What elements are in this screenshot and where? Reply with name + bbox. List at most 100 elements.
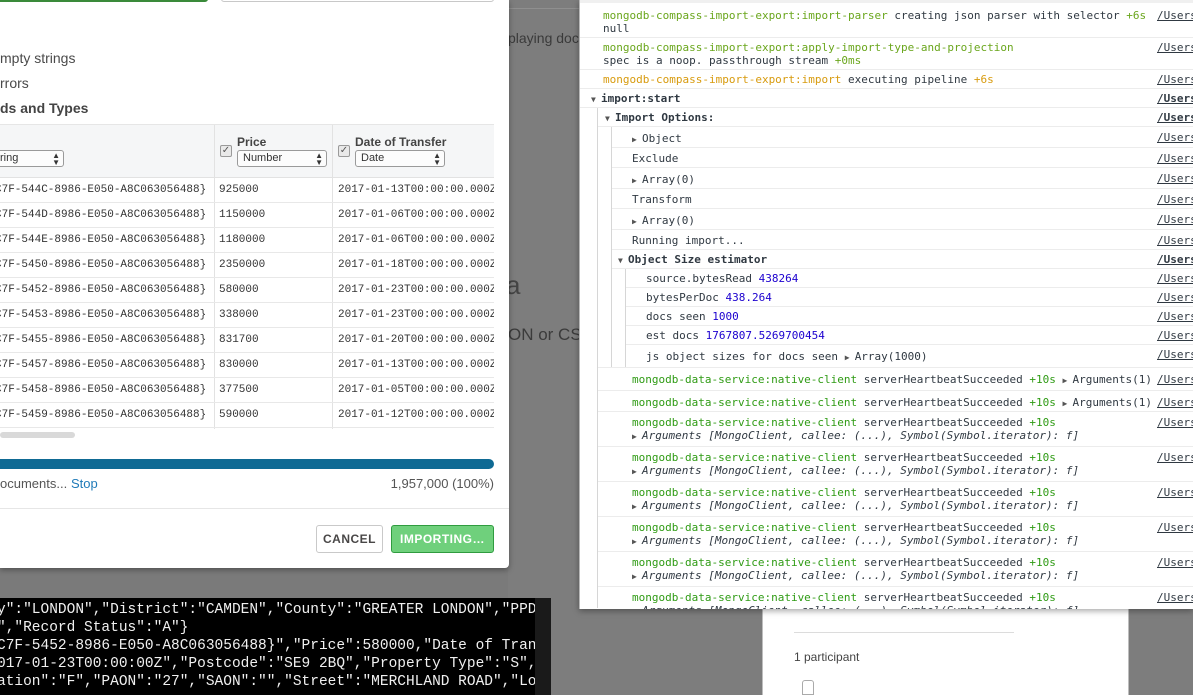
table-cell: C7F-5459-8986-E050-A8C063056488}	[0, 409, 207, 421]
arguments-label[interactable]: Arguments(1)	[1072, 396, 1151, 409]
table-cell: C7F-544D-8986-E050-A8C063056488}	[0, 209, 207, 221]
heartbeat-arguments-row[interactable]: ▶Arguments [MongoClient, callee: (...), …	[632, 534, 1079, 548]
table-row: C7F-5452-8986-E050-A8C063056488} 580000 20…	[0, 278, 494, 303]
log-message: serverHeartbeatSucceeded	[857, 416, 1030, 429]
size-item-row[interactable]: js object sizes for docs seen ▶ Array(100…	[646, 350, 928, 364]
column-type-select[interactable]: Date ▲ ▼	[355, 150, 445, 167]
log-source-link[interactable]: /Users	[1157, 152, 1193, 165]
log-source-link[interactable]: /Users	[1157, 253, 1193, 266]
log-namespace: mongodb-data-service:native-client	[632, 416, 858, 429]
log-source-link[interactable]: /Users	[1157, 521, 1193, 534]
column-include-checkbox[interactable]: ✓	[220, 145, 232, 157]
size-item-key: js object sizes for docs seen	[646, 350, 845, 363]
table-cell: 2017-01-13T00:00:00.000Z	[338, 184, 494, 196]
console-array-row[interactable]: ▶ Array(0)	[632, 173, 695, 187]
console-log-entry: mongodb-compass-import-export:apply-impo…	[603, 41, 1014, 54]
log-source-link[interactable]: /Users	[1157, 310, 1193, 323]
log-source-link[interactable]: /Users	[1157, 92, 1193, 105]
console-row-divider	[612, 188, 1193, 189]
table-cell: C7F-5453-8986-E050-A8C063056488}	[0, 309, 207, 321]
log-source-link[interactable]: /Users	[1157, 111, 1193, 124]
log-source-link[interactable]: /Users	[1157, 556, 1193, 569]
log-namespace: mongodb-compass-import-export:apply-impo…	[603, 41, 1014, 54]
log-namespace: mongodb-compass-import-export:import-par…	[603, 9, 888, 22]
log-source-link[interactable]: /Users	[1157, 348, 1193, 361]
expanded-triangle-icon: ▼	[618, 256, 623, 265]
log-source-link[interactable]: /Users	[1157, 131, 1193, 144]
size-item-row: est docs 1767807.5269700454	[646, 329, 825, 342]
array-label: Array(0)	[642, 214, 695, 227]
table-cell: 580000	[219, 284, 259, 296]
heartbeat-arguments-row[interactable]: ▶Arguments [MongoClient, callee: (...), …	[632, 464, 1079, 478]
log-source-link[interactable]: /Users	[1157, 396, 1193, 409]
cancel-button[interactable]: CANCEL	[316, 525, 383, 553]
log-source-link[interactable]: /Users	[1157, 193, 1193, 206]
table-cell: 590000	[219, 409, 259, 421]
column-include-checkbox[interactable]: ✓	[338, 145, 350, 157]
import-progress-bar	[0, 459, 494, 469]
log-time: +10s	[1029, 556, 1056, 569]
log-source-link[interactable]: /Users	[1157, 213, 1193, 226]
log-namespace: mongodb-data-service:native-client	[632, 486, 858, 499]
log-source-link[interactable]: /Users	[1157, 291, 1193, 304]
console-row-divider	[612, 268, 1193, 269]
chevron-updown-icon: ▲ ▼	[315, 151, 323, 167]
heartbeat-arguments-row[interactable]: ▶Arguments [MongoClient, callee: (...), …	[632, 604, 1079, 609]
log-source-link[interactable]: /Users	[1157, 272, 1193, 285]
console-object-row[interactable]: ▶ Object	[632, 132, 682, 146]
console-row-divider	[626, 306, 1193, 307]
column-type-select[interactable]: ring ▲ ▼	[0, 150, 64, 167]
log-namespace: mongodb-data-service:native-client	[632, 396, 858, 409]
table-cell: C7F-5452-8986-E050-A8C063056488}	[0, 284, 207, 296]
log-source-link[interactable]: /Users	[1157, 41, 1193, 54]
size-item-row: docs seen 1000	[646, 310, 739, 323]
arguments-preview: Arguments [MongoClient, callee: (...), S…	[642, 534, 1080, 547]
console-group-import-options[interactable]: ▼ Import Options:	[605, 111, 714, 125]
heartbeat-arguments-row[interactable]: ▶Arguments [MongoClient, callee: (...), …	[632, 429, 1079, 443]
participant-avatar-icon	[802, 680, 814, 695]
console-row-divider	[580, 107, 1193, 108]
log-source-link[interactable]: /Users	[1157, 329, 1193, 342]
log-source-link[interactable]: /Users	[1157, 451, 1193, 464]
log-source-link[interactable]: /Users	[1157, 373, 1193, 386]
heartbeat-arguments-row[interactable]: ▶Arguments [MongoClient, callee: (...), …	[632, 569, 1079, 583]
terminal-line: ation":"F","PAON":"27","SAON":"","Street…	[0, 674, 551, 690]
table-cell: 2017-01-06T00:00:00.000Z	[338, 209, 494, 221]
size-item-value: 438264	[758, 272, 799, 285]
table-cell: 2017-01-23T00:00:00.000Z	[338, 309, 494, 321]
table-cell: 2017-01-06T00:00:00.000Z	[338, 234, 494, 246]
log-source-link[interactable]: /Users	[1157, 234, 1193, 247]
stop-link[interactable]: Stop	[71, 476, 98, 491]
log-source-link[interactable]: /Users	[1157, 416, 1193, 429]
table-row: C7F-5457-8986-E050-A8C063056488} 830000 20…	[0, 353, 494, 378]
console-log-continuation: spec is a noop. passthrough stream +0ms	[603, 54, 861, 67]
table-cell: 2017-01-18T00:00:00.000Z	[338, 259, 494, 271]
option-ignore-empty-strings[interactable]: mpty strings	[0, 50, 75, 66]
participant-count: 1 participant	[794, 650, 860, 664]
option-stop-on-errors[interactable]: rrors	[0, 75, 29, 91]
log-source-link[interactable]: /Users	[1157, 9, 1193, 22]
size-item-key: docs seen	[646, 310, 713, 323]
console-row-divider	[598, 126, 1193, 127]
horizontal-scrollbar[interactable]	[0, 432, 75, 438]
log-message: serverHeartbeatSucceeded	[857, 486, 1030, 499]
log-source-link[interactable]: /Users	[1157, 486, 1193, 499]
console-group-size-estimator[interactable]: ▼ Object Size estimator	[618, 253, 767, 267]
heartbeat-arguments-row[interactable]: ▶Arguments [MongoClient, callee: (...), …	[632, 499, 1079, 513]
table-row: C7F-5450-8986-E050-A8C063056488} 2350000 2…	[0, 253, 494, 278]
group-title: Import Options:	[615, 111, 715, 124]
column-type-select[interactable]: Number ▲ ▼	[237, 150, 327, 167]
table-row: C7F-544D-8986-E050-A8C063056488} 1150000 2…	[0, 203, 494, 228]
log-source-link[interactable]: /Users	[1157, 172, 1193, 185]
table-cell: 1180000	[219, 234, 266, 246]
log-source-link[interactable]: /Users	[1157, 591, 1193, 604]
select-value: Date	[361, 152, 385, 164]
background-divider	[508, 8, 580, 9]
file-type-field[interactable]	[221, 0, 494, 2]
footer-divider	[0, 508, 509, 509]
file-path-field[interactable]	[0, 0, 208, 2]
arguments-label[interactable]: Arguments(1)	[1072, 373, 1151, 386]
log-source-link[interactable]: /Users	[1157, 73, 1193, 86]
console-group-import-start[interactable]: ▼ import:start	[591, 92, 680, 106]
console-array-row[interactable]: ▶ Array(0)	[632, 214, 695, 228]
